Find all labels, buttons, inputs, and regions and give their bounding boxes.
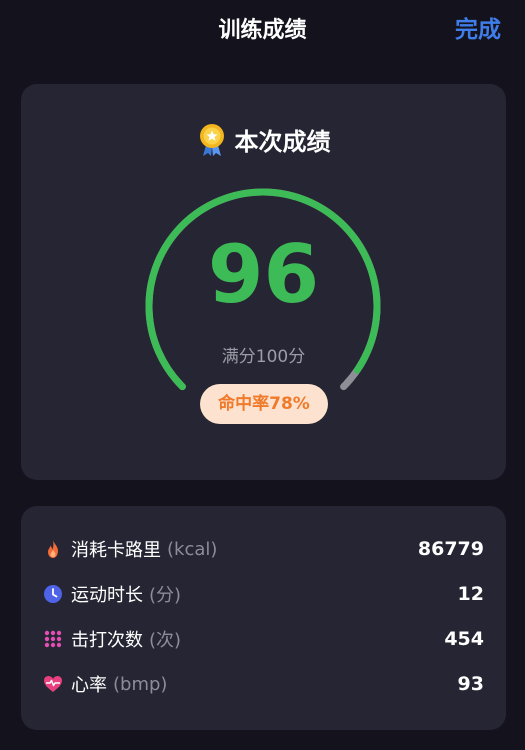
stat-label-duration: 运动时长	[71, 585, 143, 606]
stat-value-duration: 12	[457, 583, 484, 605]
stat-value-hits: 454	[444, 628, 484, 650]
medal-icon	[199, 123, 224, 156]
stat-row-heart-rate: 心率 (bmp) 93	[43, 669, 484, 699]
header: 训练成绩 完成	[0, 0, 525, 56]
clock-icon	[44, 585, 62, 603]
heart-rate-icon	[44, 676, 62, 692]
stat-unit-hits: (次)	[149, 630, 182, 651]
stat-label-heart-rate: 心率	[71, 675, 107, 696]
stat-row-hits: 击打次数 (次) 454	[43, 624, 484, 654]
stat-unit-heart-rate: (bmp)	[113, 673, 168, 695]
flame-icon	[48, 540, 58, 558]
stat-row-calories: 消耗卡路里 (kcal) 86779	[43, 534, 484, 564]
stat-row-duration: 运动时长 (分) 12	[43, 579, 484, 609]
score-card: 本次成绩 96 满分100分 命中率78%	[21, 84, 506, 480]
stat-value-heart-rate: 93	[457, 673, 484, 695]
stat-unit-calories: (kcal)	[167, 538, 218, 560]
score-card-title: 本次成绩	[21, 122, 506, 157]
page-title: 训练成绩	[218, 18, 307, 43]
stat-label-hits: 击打次数	[71, 630, 143, 651]
full-score-label: 满分100分	[221, 347, 306, 367]
done-button[interactable]: 完成	[455, 10, 501, 44]
score-value: 96	[207, 228, 320, 321]
stat-unit-duration: (分)	[149, 585, 182, 606]
grid-dots-icon	[44, 630, 62, 648]
hit-rate-badge: 命中率78%	[200, 384, 328, 424]
stat-value-calories: 86779	[417, 538, 484, 560]
stat-label-calories: 消耗卡路里	[71, 540, 161, 561]
score-card-title-text: 本次成绩	[234, 128, 331, 156]
stats-card: 消耗卡路里 (kcal) 86779 运动时长 (分) 12 击打次数 (次) …	[21, 506, 506, 730]
